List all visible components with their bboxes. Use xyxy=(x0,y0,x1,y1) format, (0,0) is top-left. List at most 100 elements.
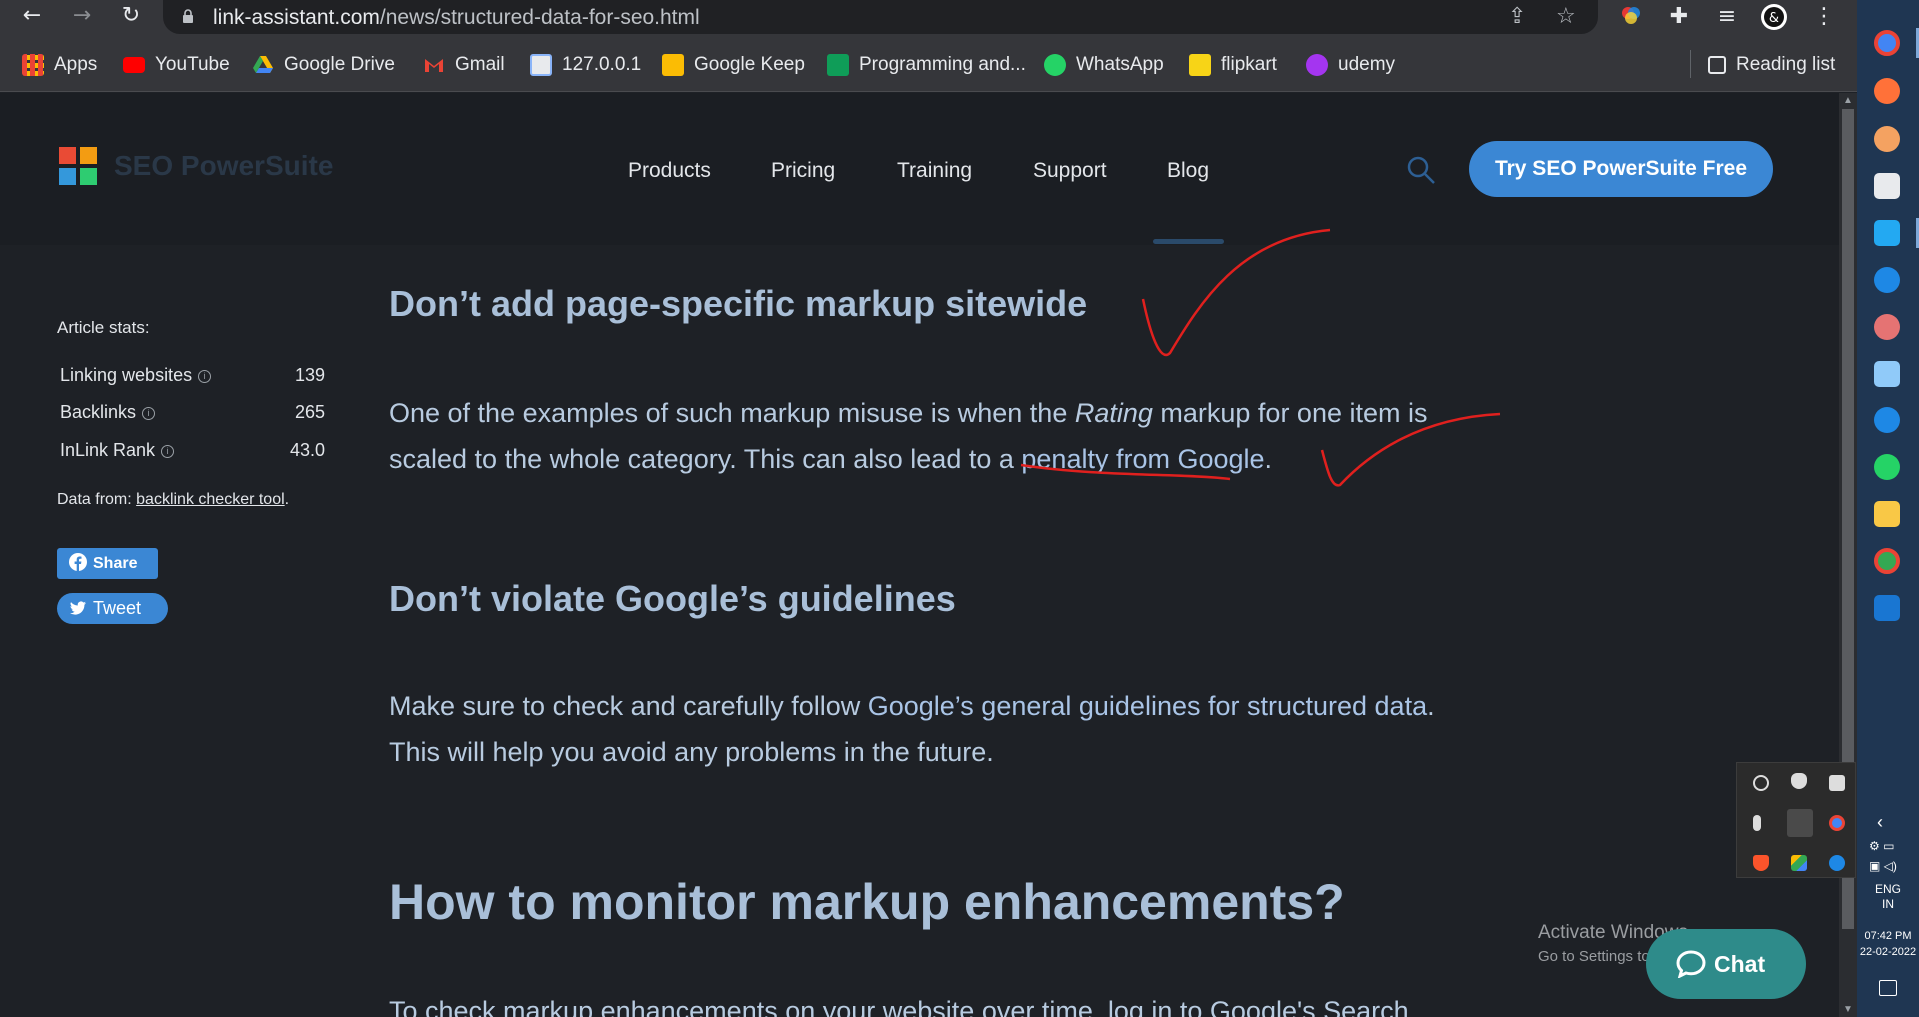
bookmark-label: Google Keep xyxy=(694,54,805,75)
text: . xyxy=(1264,444,1273,474)
taskbar-maps-icon[interactable] xyxy=(1874,267,1900,293)
taskbar-file-explorer-icon[interactable] xyxy=(1874,501,1900,527)
backlink-checker-link[interactable]: backlink checker tool xyxy=(136,491,285,508)
notifications-icon[interactable] xyxy=(1879,980,1897,996)
bookmark-programming[interactable]: Programming and... xyxy=(827,52,1026,78)
profile-avatar[interactable]: & xyxy=(1760,3,1788,31)
nav-training[interactable]: Training xyxy=(897,159,972,183)
try-free-button[interactable]: Try SEO PowerSuite Free xyxy=(1469,141,1773,197)
nav-pricing[interactable]: Pricing xyxy=(771,159,835,183)
data-from-suffix: . xyxy=(284,491,290,508)
bookmark-label: 127.0.0.1 xyxy=(562,54,642,75)
reading-list-button[interactable]: Reading list xyxy=(1708,52,1835,78)
paragraph-check-enhancements: To check markup enhancements on your web… xyxy=(389,996,1409,1017)
heading-page-specific-markup: Don’t add page-specific markup sitewide xyxy=(389,283,1088,324)
info-icon[interactable]: i xyxy=(161,445,175,458)
bookmark-flipkart[interactable]: flipkart xyxy=(1189,52,1277,78)
tweet-label: Tweet xyxy=(93,598,142,618)
bookmark-localhost[interactable]: 127.0.0.1 xyxy=(530,52,641,78)
lang-code: ENG xyxy=(1874,882,1901,896)
google-guidelines-link[interactable]: Google’s general guidelines for structur… xyxy=(868,691,1427,721)
heading-monitor-markup: How to monitor markup enhancements? xyxy=(389,874,1345,930)
scroll-down-arrow-icon[interactable]: ▼ xyxy=(1843,1004,1853,1015)
site-logo-text[interactable]: SEO PowerSuite xyxy=(114,150,333,182)
taskbar-snip-icon[interactable] xyxy=(1874,314,1900,340)
extensions-puzzle-icon[interactable]: ✚ xyxy=(1665,3,1693,31)
bookmark-label: Programming and... xyxy=(859,54,1026,75)
stat-value: 139 xyxy=(294,365,325,385)
paragraph-follow-guidelines: Make sure to check and carefully follow … xyxy=(389,683,1469,775)
extension-colors-icon[interactable] xyxy=(1617,3,1645,31)
taskbar-firefox-icon[interactable] xyxy=(1874,78,1900,104)
scroll-up-arrow-icon[interactable]: ▲ xyxy=(1843,95,1853,106)
nav-support[interactable]: Support xyxy=(1033,159,1107,183)
taskbar-notes-icon[interactable] xyxy=(1874,361,1900,387)
tray-overflow-popup xyxy=(1736,762,1856,878)
facebook-share-button[interactable]: Share xyxy=(57,548,158,579)
info-icon[interactable]: i xyxy=(142,407,156,420)
nav-blog[interactable]: Blog xyxy=(1167,159,1209,183)
reading-list-icon xyxy=(1708,56,1726,74)
bookmark-label: Google Drive xyxy=(284,54,395,75)
bookmark-udemy[interactable]: udemy xyxy=(1306,52,1395,78)
chat-button[interactable]: Chat xyxy=(1646,929,1806,999)
taskbar-whatsapp-icon[interactable] xyxy=(1874,454,1900,480)
tweet-button[interactable]: Tweet xyxy=(57,593,168,624)
lock-icon xyxy=(183,9,193,23)
data-source-note: Data from: backlink checker tool. xyxy=(57,491,289,509)
checkmark-annotation xyxy=(1141,228,1331,357)
nav-products[interactable]: Products xyxy=(628,159,711,183)
bookmark-youtube[interactable]: YouTube xyxy=(123,52,230,78)
info-icon[interactable]: i xyxy=(198,370,212,383)
bookmarks-bar: Apps YouTube Google Drive Gmail 127.0.0.… xyxy=(0,34,1857,92)
penalty-from-google-link[interactable]: penalty from Google xyxy=(1021,444,1264,474)
tray-brave-icon[interactable] xyxy=(1753,855,1769,871)
language-indicator[interactable]: ENG IN xyxy=(1857,882,1919,912)
article-stats-title: Article stats: xyxy=(57,318,150,337)
url-text[interactable]: link-assistant.com/news/structured-data-… xyxy=(213,6,700,30)
bookmark-google-drive[interactable]: Google Drive xyxy=(252,52,395,78)
page-scrollbar[interactable]: ▲ ▼ xyxy=(1839,93,1857,1017)
nav-active-indicator xyxy=(1153,239,1224,244)
bookmark-whatsapp[interactable]: WhatsApp xyxy=(1044,52,1164,78)
taskbar-vscode-icon[interactable] xyxy=(1874,220,1900,246)
taskbar-photos-icon[interactable] xyxy=(1874,595,1900,621)
back-icon[interactable]: ← xyxy=(18,2,46,30)
forward-icon[interactable]: → xyxy=(68,2,96,30)
tray-chrome-icon[interactable] xyxy=(1829,815,1845,831)
stat-value: 43.0 xyxy=(289,440,325,460)
url-path: /news/structured-data-for-seo.html xyxy=(379,6,700,29)
localhost-icon xyxy=(530,54,552,76)
bookmark-apps[interactable]: Apps xyxy=(22,52,97,78)
seo-powersuite-logo-icon[interactable] xyxy=(59,147,97,185)
tray-security-icon[interactable] xyxy=(1829,775,1845,791)
bookmark-label: Gmail xyxy=(455,54,505,75)
facebook-icon xyxy=(69,553,87,571)
taskbar-photos-editor-icon[interactable] xyxy=(1874,173,1900,199)
bookmark-star-icon[interactable]: ☆ xyxy=(1556,4,1576,29)
tray-mouse-icon[interactable] xyxy=(1791,773,1807,789)
media-playlist-icon[interactable]: ≡ xyxy=(1713,3,1741,31)
gmail-icon xyxy=(425,59,443,72)
tray-cloud-icon[interactable] xyxy=(1829,855,1845,871)
bookmark-label: YouTube xyxy=(155,54,230,75)
bookmark-google-keep[interactable]: Google Keep xyxy=(662,52,805,78)
share-page-icon[interactable]: ⇪ xyxy=(1508,4,1526,29)
tray-microphone-icon[interactable] xyxy=(1753,815,1761,831)
url-host: link-assistant.com xyxy=(213,6,380,29)
taskbar-edge-icon[interactable] xyxy=(1874,407,1900,433)
data-from-prefix: Data from: xyxy=(57,491,137,508)
clock[interactable]: 07:42 PM 22-02-2022 xyxy=(1857,928,1919,960)
chrome-menu-icon[interactable]: ⋮ xyxy=(1810,3,1838,31)
system-tray-icons[interactable]: ⚙ ▭ ▣ ◁) xyxy=(1869,836,1909,876)
reload-icon[interactable]: ↻ xyxy=(117,2,145,30)
tray-drive-icon[interactable] xyxy=(1791,855,1807,871)
taskbar-paint-icon[interactable] xyxy=(1874,126,1900,152)
tray-pen-icon[interactable] xyxy=(1787,809,1813,837)
bookmark-gmail[interactable]: Gmail xyxy=(423,52,505,78)
taskbar-chrome-profile-icon[interactable] xyxy=(1874,548,1900,574)
search-icon[interactable] xyxy=(1406,155,1436,185)
tray-headset-icon[interactable] xyxy=(1753,775,1769,791)
taskbar-chrome-icon[interactable] xyxy=(1874,30,1900,56)
show-hidden-icons-chevron-icon[interactable]: ‹ xyxy=(1877,812,1883,833)
